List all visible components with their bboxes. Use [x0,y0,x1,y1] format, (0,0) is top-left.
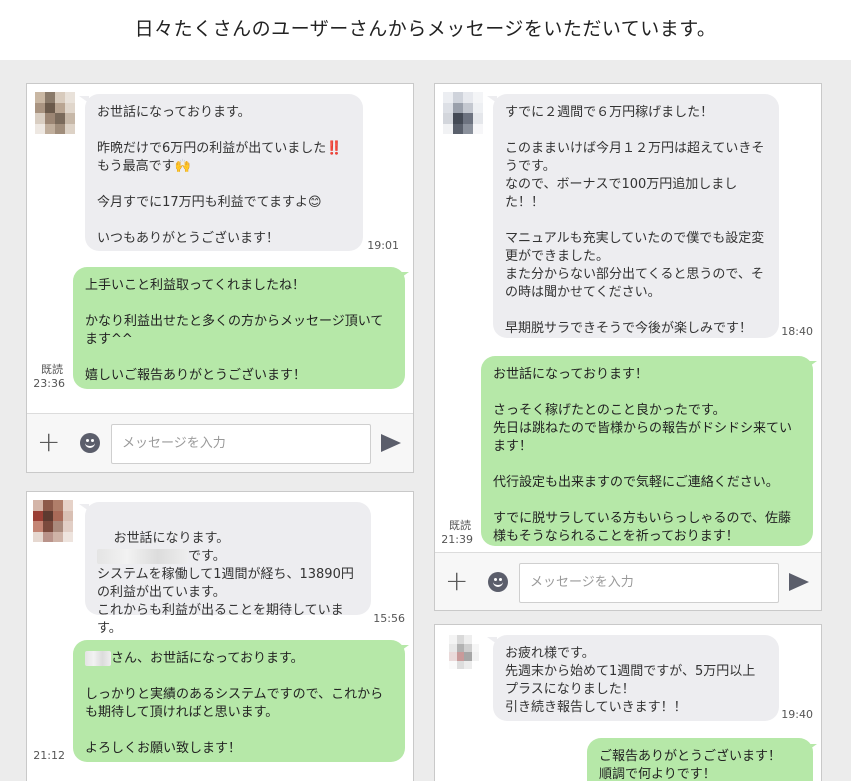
redacted-name [97,549,189,564]
message-time: 19:40 [781,708,813,721]
input-bar: + メッセージを入力 [27,413,413,472]
chat-panel-3: すでに２週間で６万円稼げました！ このままいけば今月１２万円は超えていきそうです… [434,83,822,611]
incoming-message: お世話になります。 です。 システムを稼働して1週間が経ち、13890円の利益が… [85,502,371,636]
message-time: 15:56 [373,612,405,625]
send-icon[interactable] [381,434,401,452]
avatar [33,500,73,542]
outgoing-message: 上手いこと利益取ってくれましたね！ かなり利益出せたと多くの方からメッセージ頂い… [73,267,405,389]
read-status: 既読 [449,519,471,532]
chat-panel-2: お世話になります。 です。 システムを稼働して1週間が経ち、13890円の利益が… [26,491,414,781]
send-icon[interactable] [789,573,809,591]
plus-icon[interactable]: + [445,567,468,595]
message-time: 19:01 [367,239,399,252]
avatar [35,92,75,134]
outgoing-message: さん、お世話になっております。 しっかりと実績のあるシステムですので、これからも… [73,640,405,762]
chat-panel-1: お世話になっております。 昨晩だけで6万円の利益が出ていました‼️ もう最高です… [26,83,414,473]
emoji-icon[interactable] [488,572,508,592]
incoming-message: お世話になっております。 昨晩だけで6万円の利益が出ていました‼️ もう最高です… [85,94,363,251]
avatar [449,635,479,669]
message-input[interactable]: メッセージを入力 [111,424,371,464]
read-status: 既読 [41,363,63,376]
message-time: 18:40 [781,325,813,338]
redacted-name [85,651,112,666]
incoming-message: すでに２週間で６万円稼げました！ このままいけば今月１２万円は超えていきそうです… [493,94,779,338]
plus-icon[interactable]: + [37,428,60,456]
incoming-message: お疲れ様です。 先週末から始めて1週間ですが、5万円以上プラスになりました！ 引… [493,635,779,721]
chat-panel-4: お疲れ様です。 先週末から始めて1週間ですが、5万円以上プラスになりました！ 引… [434,624,822,781]
message-input[interactable]: メッセージを入力 [519,563,779,603]
message-time: 21:12 [33,749,65,762]
input-bar: + メッセージを入力 [435,552,821,610]
emoji-icon[interactable] [80,433,100,453]
page-heading: 日々たくさんのユーザーさんからメッセージをいただいています。 [0,0,851,60]
outgoing-message: お世話になっております！ さっそく稼げたとのこと良かったです。 先日は跳ねたので… [481,356,813,546]
message-time: 23:36 [33,377,65,390]
message-text: さん、お世話になっております。 しっかりと実績のあるシステムですので、これからも… [85,651,384,756]
message-text: お世話になります。 [113,531,230,546]
message-time: 21:39 [441,533,473,546]
avatar [443,92,483,134]
outgoing-message: ご報告ありがとうございます！ 順調で何よりです！ [587,738,813,781]
